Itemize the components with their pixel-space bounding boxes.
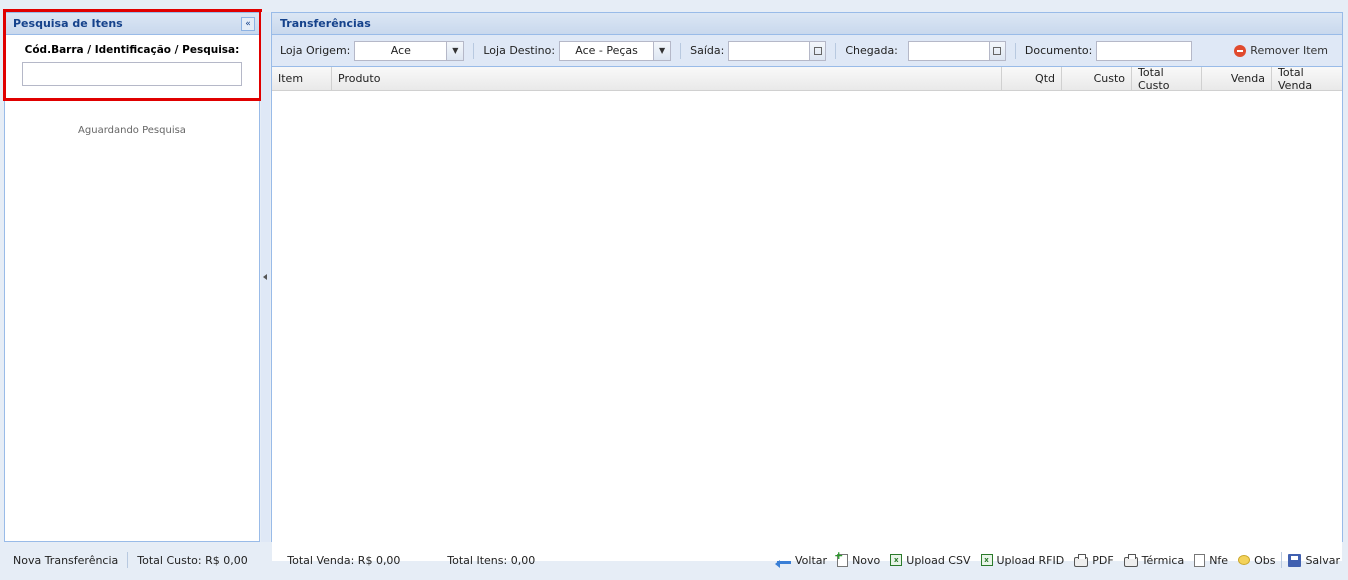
- column-header-qtd[interactable]: Qtd: [1002, 67, 1062, 90]
- novo-label: Novo: [852, 553, 881, 567]
- search-label: Cód.Barra / Identificação / Pesquisa:: [24, 44, 240, 56]
- transfers-panel: Transferências Loja Origem: Ace ▼ Loja D…: [271, 12, 1343, 561]
- collapse-panel-button[interactable]: «: [241, 17, 255, 31]
- status-bar: Nova Transferência Total Custo: R$ 0,00 …: [4, 546, 1344, 574]
- waiting-text: Aguardando Pesquisa: [78, 125, 186, 136]
- origin-store-select[interactable]: Ace ▼: [354, 40, 465, 61]
- saida-label: Saída:: [690, 44, 725, 57]
- obs-button[interactable]: Obs: [1234, 554, 1279, 567]
- search-area: Cód.Barra / Identificação / Pesquisa:: [5, 35, 259, 92]
- grid-body[interactable]: [272, 91, 1342, 561]
- total-venda-status: Total Venda: R$ 0,00: [287, 553, 401, 567]
- upload-csv-button[interactable]: x Upload CSV: [886, 554, 974, 567]
- upload-csv-label: Upload CSV: [906, 553, 971, 567]
- comment-icon: [1238, 555, 1251, 565]
- voltar-button[interactable]: Voltar: [773, 553, 831, 568]
- toolbar-separator: [473, 42, 475, 59]
- back-arrow-icon: [775, 556, 792, 568]
- panel-splitter[interactable]: [261, 12, 270, 542]
- action-buttons: Voltar Novo x Upload CSV x Upload RFID P…: [773, 549, 1344, 568]
- printer-icon: [1074, 553, 1089, 567]
- column-header-venda[interactable]: Venda: [1202, 67, 1272, 90]
- column-header-produto[interactable]: Produto: [332, 67, 1002, 90]
- pdf-button[interactable]: PDF: [1070, 553, 1117, 567]
- nfe-label: Nfe: [1209, 553, 1229, 567]
- origin-label: Loja Origem:: [280, 44, 351, 57]
- dest-store-select[interactable]: Ace - Peças ▼: [559, 40, 672, 61]
- documento-label: Documento:: [1024, 44, 1093, 57]
- origin-store-value: Ace: [390, 44, 411, 57]
- total-custo-status: Total Custo: R$ 0,00: [137, 553, 248, 567]
- pdf-label: PDF: [1092, 553, 1114, 567]
- upload-rfid-button[interactable]: x Upload RFID: [977, 554, 1069, 567]
- chegada-date-field[interactable]: [907, 40, 1006, 61]
- salvar-button[interactable]: Salvar: [1284, 553, 1344, 567]
- column-header-total-custo[interactable]: Total Custo: [1132, 66, 1202, 92]
- documento-input[interactable]: [1096, 40, 1193, 61]
- novo-button[interactable]: Novo: [833, 549, 884, 567]
- dest-label: Loja Destino:: [483, 44, 556, 57]
- nfe-button[interactable]: Nfe: [1190, 553, 1232, 567]
- save-icon: [1288, 553, 1302, 567]
- search-input[interactable]: [22, 62, 242, 86]
- toolbar-separator: [835, 42, 837, 59]
- termica-label: Térmica: [1141, 553, 1185, 567]
- chevron-down-icon[interactable]: ▼: [653, 41, 671, 60]
- calendar-icon[interactable]: [809, 41, 826, 60]
- search-panel-title: Pesquisa de Itens: [13, 17, 123, 30]
- grid-header: Item Produto Qtd Custo Total Custo Venda…: [272, 66, 1342, 92]
- search-panel: Pesquisa de Itens « Cód.Barra / Identifi…: [4, 12, 260, 542]
- document-icon: [1194, 553, 1206, 567]
- termica-button[interactable]: Térmica: [1120, 553, 1189, 567]
- remove-icon: [1234, 44, 1247, 57]
- printer-icon: [1123, 553, 1138, 567]
- search-panel-header: Pesquisa de Itens: [5, 13, 259, 35]
- toolbar-separator: [1014, 42, 1016, 59]
- new-document-icon: [834, 549, 849, 567]
- toolbar-separator: [680, 42, 682, 59]
- chevron-down-icon[interactable]: ▼: [446, 41, 464, 60]
- transfers-panel-header: Transferências: [272, 13, 1342, 35]
- spreadsheet-icon: x: [890, 554, 903, 566]
- status-separator: [1281, 552, 1283, 568]
- remove-item-button[interactable]: Remover Item: [1228, 44, 1334, 57]
- voltar-label: Voltar: [795, 553, 828, 567]
- new-transfer-status: Nova Transferência: [13, 553, 119, 567]
- column-header-item[interactable]: Item: [272, 67, 332, 90]
- total-itens-status: Total Itens: 0,00: [447, 553, 536, 567]
- spreadsheet-icon: x: [980, 554, 993, 566]
- upload-rfid-label: Upload RFID: [996, 553, 1065, 567]
- chegada-label: Chegada:: [845, 44, 898, 57]
- collapse-arrow-icon[interactable]: [263, 274, 267, 280]
- calendar-icon[interactable]: [988, 41, 1005, 60]
- obs-label: Obs: [1254, 553, 1276, 567]
- transfers-panel-title: Transferências: [280, 17, 371, 30]
- transfer-toolbar: Loja Origem: Ace ▼ Loja Destino: Ace - P…: [272, 35, 1342, 67]
- saida-date-field[interactable]: [728, 40, 827, 61]
- column-header-total-venda[interactable]: Total Venda: [1272, 66, 1342, 92]
- column-header-custo[interactable]: Custo: [1062, 67, 1132, 90]
- remove-item-label: Remover Item: [1250, 44, 1328, 57]
- salvar-label: Salvar: [1305, 553, 1340, 567]
- dest-store-value: Ace - Peças: [575, 44, 638, 57]
